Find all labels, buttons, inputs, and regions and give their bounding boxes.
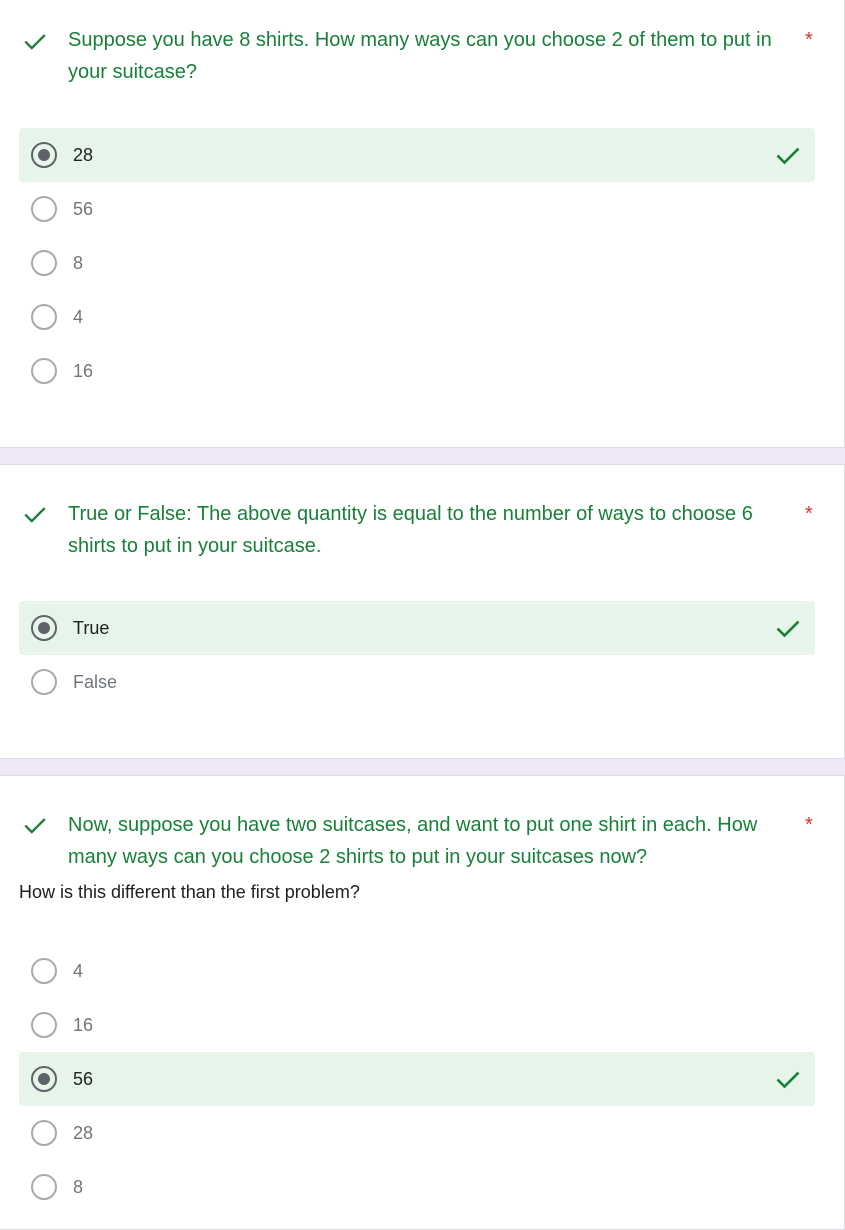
option-label: 28 [73, 1123, 94, 1143]
option-label: 56 [73, 1069, 94, 1089]
option-radio[interactable]: 28 [19, 1106, 815, 1160]
question-title: Now, suppose you have two suitcases, and… [68, 814, 758, 868]
option-radio[interactable]: False [19, 655, 815, 709]
radio-button[interactable] [31, 1174, 57, 1200]
option-label: 8 [73, 1177, 84, 1197]
option-label: 8 [73, 253, 84, 273]
radio-button[interactable] [31, 669, 57, 695]
question-title: True or False: The above quantity is equ… [68, 503, 753, 557]
option-radio[interactable]: 28 [19, 128, 815, 182]
correct-check-icon [776, 620, 800, 638]
option-radio[interactable]: 8 [19, 1160, 815, 1214]
radio-button[interactable] [31, 196, 57, 222]
radio-button[interactable] [31, 615, 57, 641]
question-card-1: Suppose you have 8 shirts. How many ways… [0, 0, 845, 448]
radio-button[interactable] [31, 142, 57, 168]
required-asterisk: * [805, 814, 813, 836]
option-radio[interactable]: 4 [19, 944, 815, 998]
option-label: 4 [73, 961, 84, 981]
option-radio[interactable]: 4 [19, 290, 815, 344]
option-label: 4 [73, 307, 84, 327]
question-description: How is this different than the first pro… [19, 882, 360, 902]
option-radio[interactable]: 16 [19, 344, 815, 398]
option-label: True [73, 618, 110, 638]
radio-button[interactable] [31, 1066, 57, 1092]
option-label: 16 [73, 1015, 94, 1035]
radio-dot [38, 149, 50, 161]
radio-button[interactable] [31, 304, 57, 330]
radio-button[interactable] [31, 250, 57, 276]
option-radio[interactable]: 56 [19, 1052, 815, 1106]
option-radio[interactable]: 16 [19, 998, 815, 1052]
option-radio[interactable]: 8 [19, 236, 815, 290]
radio-button[interactable] [31, 1120, 57, 1146]
option-radio[interactable]: True [19, 601, 815, 655]
question-card-3: Now, suppose you have two suitcases, and… [0, 775, 845, 1230]
check-icon [24, 34, 46, 50]
required-asterisk: * [805, 29, 813, 51]
radio-button[interactable] [31, 958, 57, 984]
option-radio[interactable]: 56 [19, 182, 815, 236]
radio-button[interactable] [31, 1012, 57, 1038]
radio-dot [38, 622, 50, 634]
required-asterisk: * [805, 503, 813, 525]
option-label: 56 [73, 199, 94, 219]
correct-check-icon [776, 147, 800, 165]
option-label: 28 [73, 145, 94, 165]
option-label: False [73, 672, 118, 692]
radio-dot [38, 1073, 50, 1085]
question-card-2: True or False: The above quantity is equ… [0, 464, 845, 759]
check-icon [24, 507, 46, 523]
question-title: Suppose you have 8 shirts. How many ways… [68, 29, 772, 83]
correct-check-icon [776, 1071, 800, 1089]
option-label: 16 [73, 361, 94, 381]
radio-button[interactable] [31, 358, 57, 384]
check-icon [24, 818, 46, 834]
